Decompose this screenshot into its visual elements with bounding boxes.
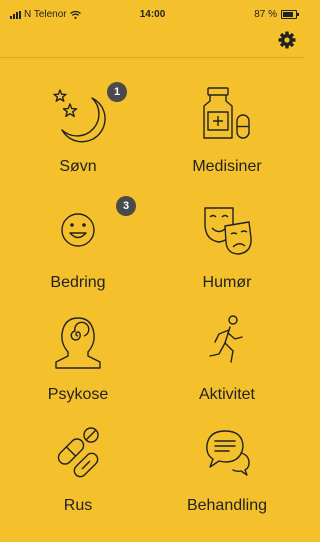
status-bar: N Telenor 14:00 87 % — [0, 0, 305, 28]
tile-label: Psykose — [47, 386, 109, 403]
tile-label: Rus — [63, 497, 93, 514]
pills-icon — [57, 427, 99, 478]
battery-percent: 87 % — [254, 9, 277, 20]
notification-badge: 1 — [107, 82, 127, 102]
speech-bubbles-icon — [206, 430, 250, 476]
running-person-icon — [209, 315, 243, 363]
tile-humor[interactable]: Humør — [152, 202, 302, 312]
tile-bedring[interactable]: 3 Bedring — [3, 196, 153, 312]
tile-rus[interactable]: Rus — [3, 425, 153, 535]
notification-badge: 3 — [116, 196, 136, 216]
status-right: 87 % — [254, 9, 299, 20]
tile-sovn[interactable]: 1 Søvn — [3, 82, 153, 196]
tile-medisiner[interactable]: Medisiner — [152, 86, 302, 196]
tile-label: Behandling — [186, 497, 268, 514]
tile-behandling[interactable]: Behandling — [152, 425, 302, 535]
tile-label: Humør — [202, 274, 252, 291]
tile-label: Aktivitet — [198, 386, 255, 403]
header-divider — [0, 57, 305, 58]
battery-icon — [281, 10, 299, 19]
settings-gear-icon[interactable] — [277, 30, 297, 50]
tile-label: Medisiner — [192, 158, 262, 175]
theater-masks-icon — [204, 207, 252, 255]
tile-psykose[interactable]: Psykose — [3, 314, 153, 424]
moon-stars-icon — [53, 89, 106, 143]
medicine-bottle-icon — [203, 87, 250, 139]
tile-label: Bedring — [50, 274, 106, 291]
head-spiral-icon — [55, 317, 101, 369]
tile-label: Søvn — [59, 158, 97, 175]
tile-aktivitet[interactable]: Aktivitet — [152, 314, 302, 424]
smiley-face-icon — [61, 213, 95, 247]
